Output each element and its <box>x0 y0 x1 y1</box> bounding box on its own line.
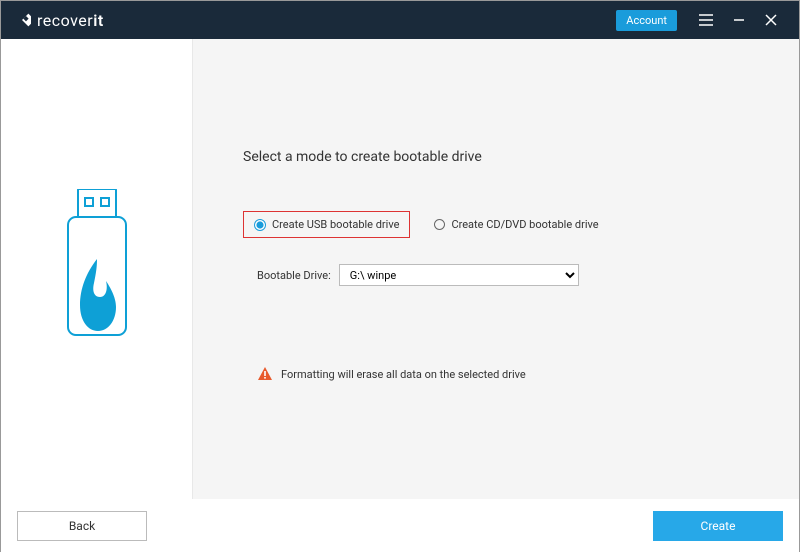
radio-usb-input[interactable] <box>254 219 266 231</box>
bootable-drive-row: Bootable Drive: G:\ winpe <box>257 264 749 286</box>
side-panel <box>1 39 193 499</box>
account-button[interactable]: Account <box>616 10 677 31</box>
main-area: Select a mode to create bootable drive C… <box>1 39 799 499</box>
logo-icon <box>13 11 31 29</box>
radio-cd-input[interactable] <box>434 219 445 230</box>
radio-usb-label: Create USB bootable drive <box>272 218 399 231</box>
radio-cd[interactable]: Create CD/DVD bootable drive <box>434 218 598 231</box>
minimize-icon[interactable] <box>733 14 745 26</box>
menu-icon[interactable] <box>699 14 713 26</box>
drive-select[interactable]: G:\ winpe <box>339 264 579 286</box>
warning-text: Formatting will erase all data on the se… <box>281 368 526 381</box>
close-icon[interactable] <box>765 14 777 26</box>
radio-usb[interactable]: Create USB bootable drive <box>243 211 410 238</box>
brand-text: recoverit <box>37 11 104 30</box>
create-button[interactable]: Create <box>653 511 783 541</box>
drive-label: Bootable Drive: <box>257 269 331 282</box>
footer: Back Create <box>1 499 799 553</box>
title-bar: recoverit Account <box>1 1 799 39</box>
back-button[interactable]: Back <box>17 511 147 541</box>
warning-icon <box>257 366 273 382</box>
usb-drive-icon <box>52 189 142 349</box>
heading: Select a mode to create bootable drive <box>243 149 749 165</box>
content-panel: Select a mode to create bootable drive C… <box>193 39 799 499</box>
radio-cd-label: Create CD/DVD bootable drive <box>451 218 598 231</box>
logo: recoverit <box>13 11 104 30</box>
warning-row: Formatting will erase all data on the se… <box>257 366 749 382</box>
mode-radio-row: Create USB bootable drive Create CD/DVD … <box>243 211 749 238</box>
